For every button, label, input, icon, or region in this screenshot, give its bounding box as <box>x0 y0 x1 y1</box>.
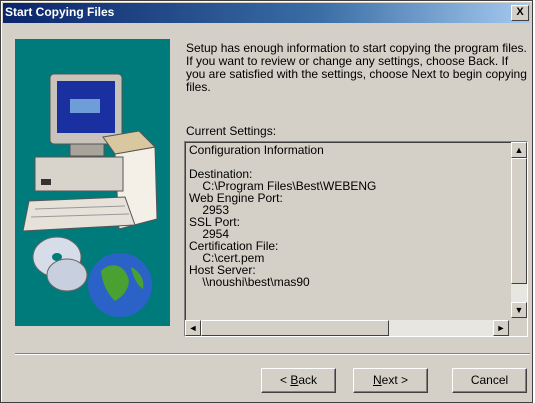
scroll-corner <box>511 320 527 336</box>
scroll-up-icon[interactable]: ▲ <box>511 142 527 158</box>
cancel-button[interactable]: Cancel <box>452 368 527 393</box>
back-button[interactable]: < Back <box>261 368 336 393</box>
settings-line: Web Engine Port: <box>189 191 283 205</box>
scroll-left-icon[interactable]: ◄ <box>185 320 201 336</box>
settings-line: SSL Port: <box>189 215 240 229</box>
separator <box>15 353 530 355</box>
close-button[interactable]: X <box>511 5 529 21</box>
next-rest: ext > <box>381 373 409 387</box>
setup-dialog: Start Copying Files X Setup has enough i… <box>0 0 533 403</box>
current-settings-label: Current Settings: <box>186 124 277 138</box>
settings-line: \\noushi\best\mas90 <box>189 275 310 289</box>
settings-text: Configuration Information Destination: C… <box>187 144 509 316</box>
horizontal-scroll-thumb[interactable] <box>201 320 389 336</box>
intro-text: Setup has enough information to start co… <box>186 41 527 94</box>
title-bar[interactable]: Start Copying Files X <box>3 3 530 23</box>
setup-illustration <box>15 39 170 326</box>
scroll-down-icon[interactable]: ▼ <box>511 302 527 318</box>
computer-globe-cd-icon <box>22 73 158 317</box>
back-rest: ack <box>298 373 318 387</box>
next-button[interactable]: Next > <box>353 368 428 393</box>
next-accel: N <box>372 373 382 387</box>
vertical-scrollbar[interactable]: ▲ ▼ <box>511 142 527 318</box>
settings-line: Configuration Information <box>189 144 324 157</box>
horizontal-scrollbar[interactable]: ◄ ► <box>185 320 509 336</box>
back-prefix: < <box>279 373 291 387</box>
scroll-right-icon[interactable]: ► <box>493 320 509 336</box>
current-settings-box[interactable]: Configuration Information Destination: C… <box>184 141 528 337</box>
window-title: Start Copying Files <box>5 5 115 19</box>
vertical-scroll-thumb[interactable] <box>511 158 527 284</box>
